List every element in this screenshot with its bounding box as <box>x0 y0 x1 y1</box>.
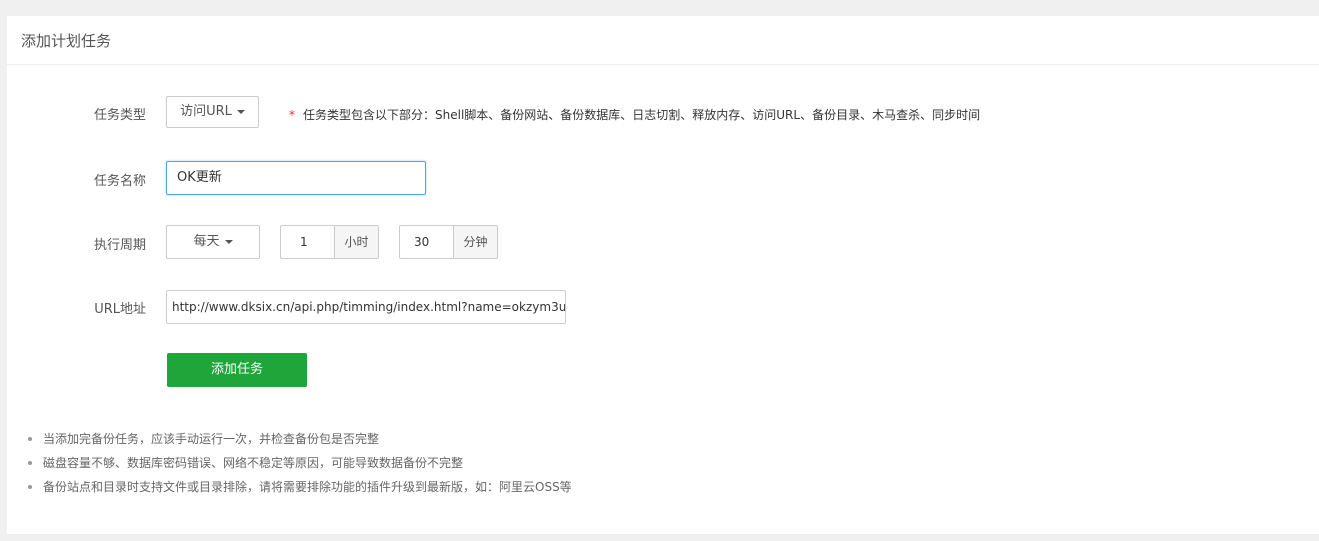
minute-input[interactable]: 30 <box>399 225 454 259</box>
task-type-value: 访问URL <box>180 104 232 119</box>
hour-input[interactable]: 1 <box>280 225 335 259</box>
add-cron-task-panel: 添加计划任务 任务类型 访问URL * 任务类型包含以下部分：Shell脚本、备份… <box>7 16 1319 534</box>
list-item: 备份站点和目录时支持文件或目录排除，请将需要排除功能的插件升级到最新版，如：阿里… <box>25 480 572 504</box>
minute-group: 30 分钟 <box>399 225 498 259</box>
cycle-dropdown[interactable]: 每天 <box>166 225 260 259</box>
task-type-tip: * 任务类型包含以下部分：Shell脚本、备份网站、备份数据库、日志切割、释放内存… <box>289 106 980 123</box>
hour-unit: 小时 <box>335 225 379 259</box>
panel-title: 添加计划任务 <box>7 16 1319 65</box>
task-type-label: 任务类型 <box>93 108 146 123</box>
caret-down-icon <box>224 239 233 244</box>
help-notes: 当添加完备份任务，应该手动运行一次，并检查备份包是否完整 磁盘容量不够、数据库密… <box>25 432 572 504</box>
task-type-dropdown[interactable]: 访问URL <box>166 96 259 128</box>
cycle-value: 每天 <box>193 234 220 249</box>
task-type-tip-text: 任务类型包含以下部分：Shell脚本、备份网站、备份数据库、日志切割、释放内存、… <box>303 108 981 122</box>
list-item: 磁盘容量不够、数据库密码错误、网络不稳定等原因，可能导致数据备份不完整 <box>25 456 572 480</box>
list-item: 当添加完备份任务，应该手动运行一次，并检查备份包是否完整 <box>25 432 572 456</box>
period-label: 执行周期 <box>93 238 146 253</box>
caret-down-icon <box>236 109 245 114</box>
task-name-label: 任务名称 <box>93 174 146 189</box>
url-label: URL地址 <box>94 302 146 317</box>
add-task-button[interactable]: 添加任务 <box>167 353 307 387</box>
url-input[interactable]: http://www.dksix.cn/api.php/timming/inde… <box>166 290 566 324</box>
required-star: * <box>289 108 295 122</box>
minute-unit: 分钟 <box>454 225 498 259</box>
task-name-input[interactable]: OK更新 <box>166 161 426 195</box>
hour-group: 1 小时 <box>280 225 379 259</box>
